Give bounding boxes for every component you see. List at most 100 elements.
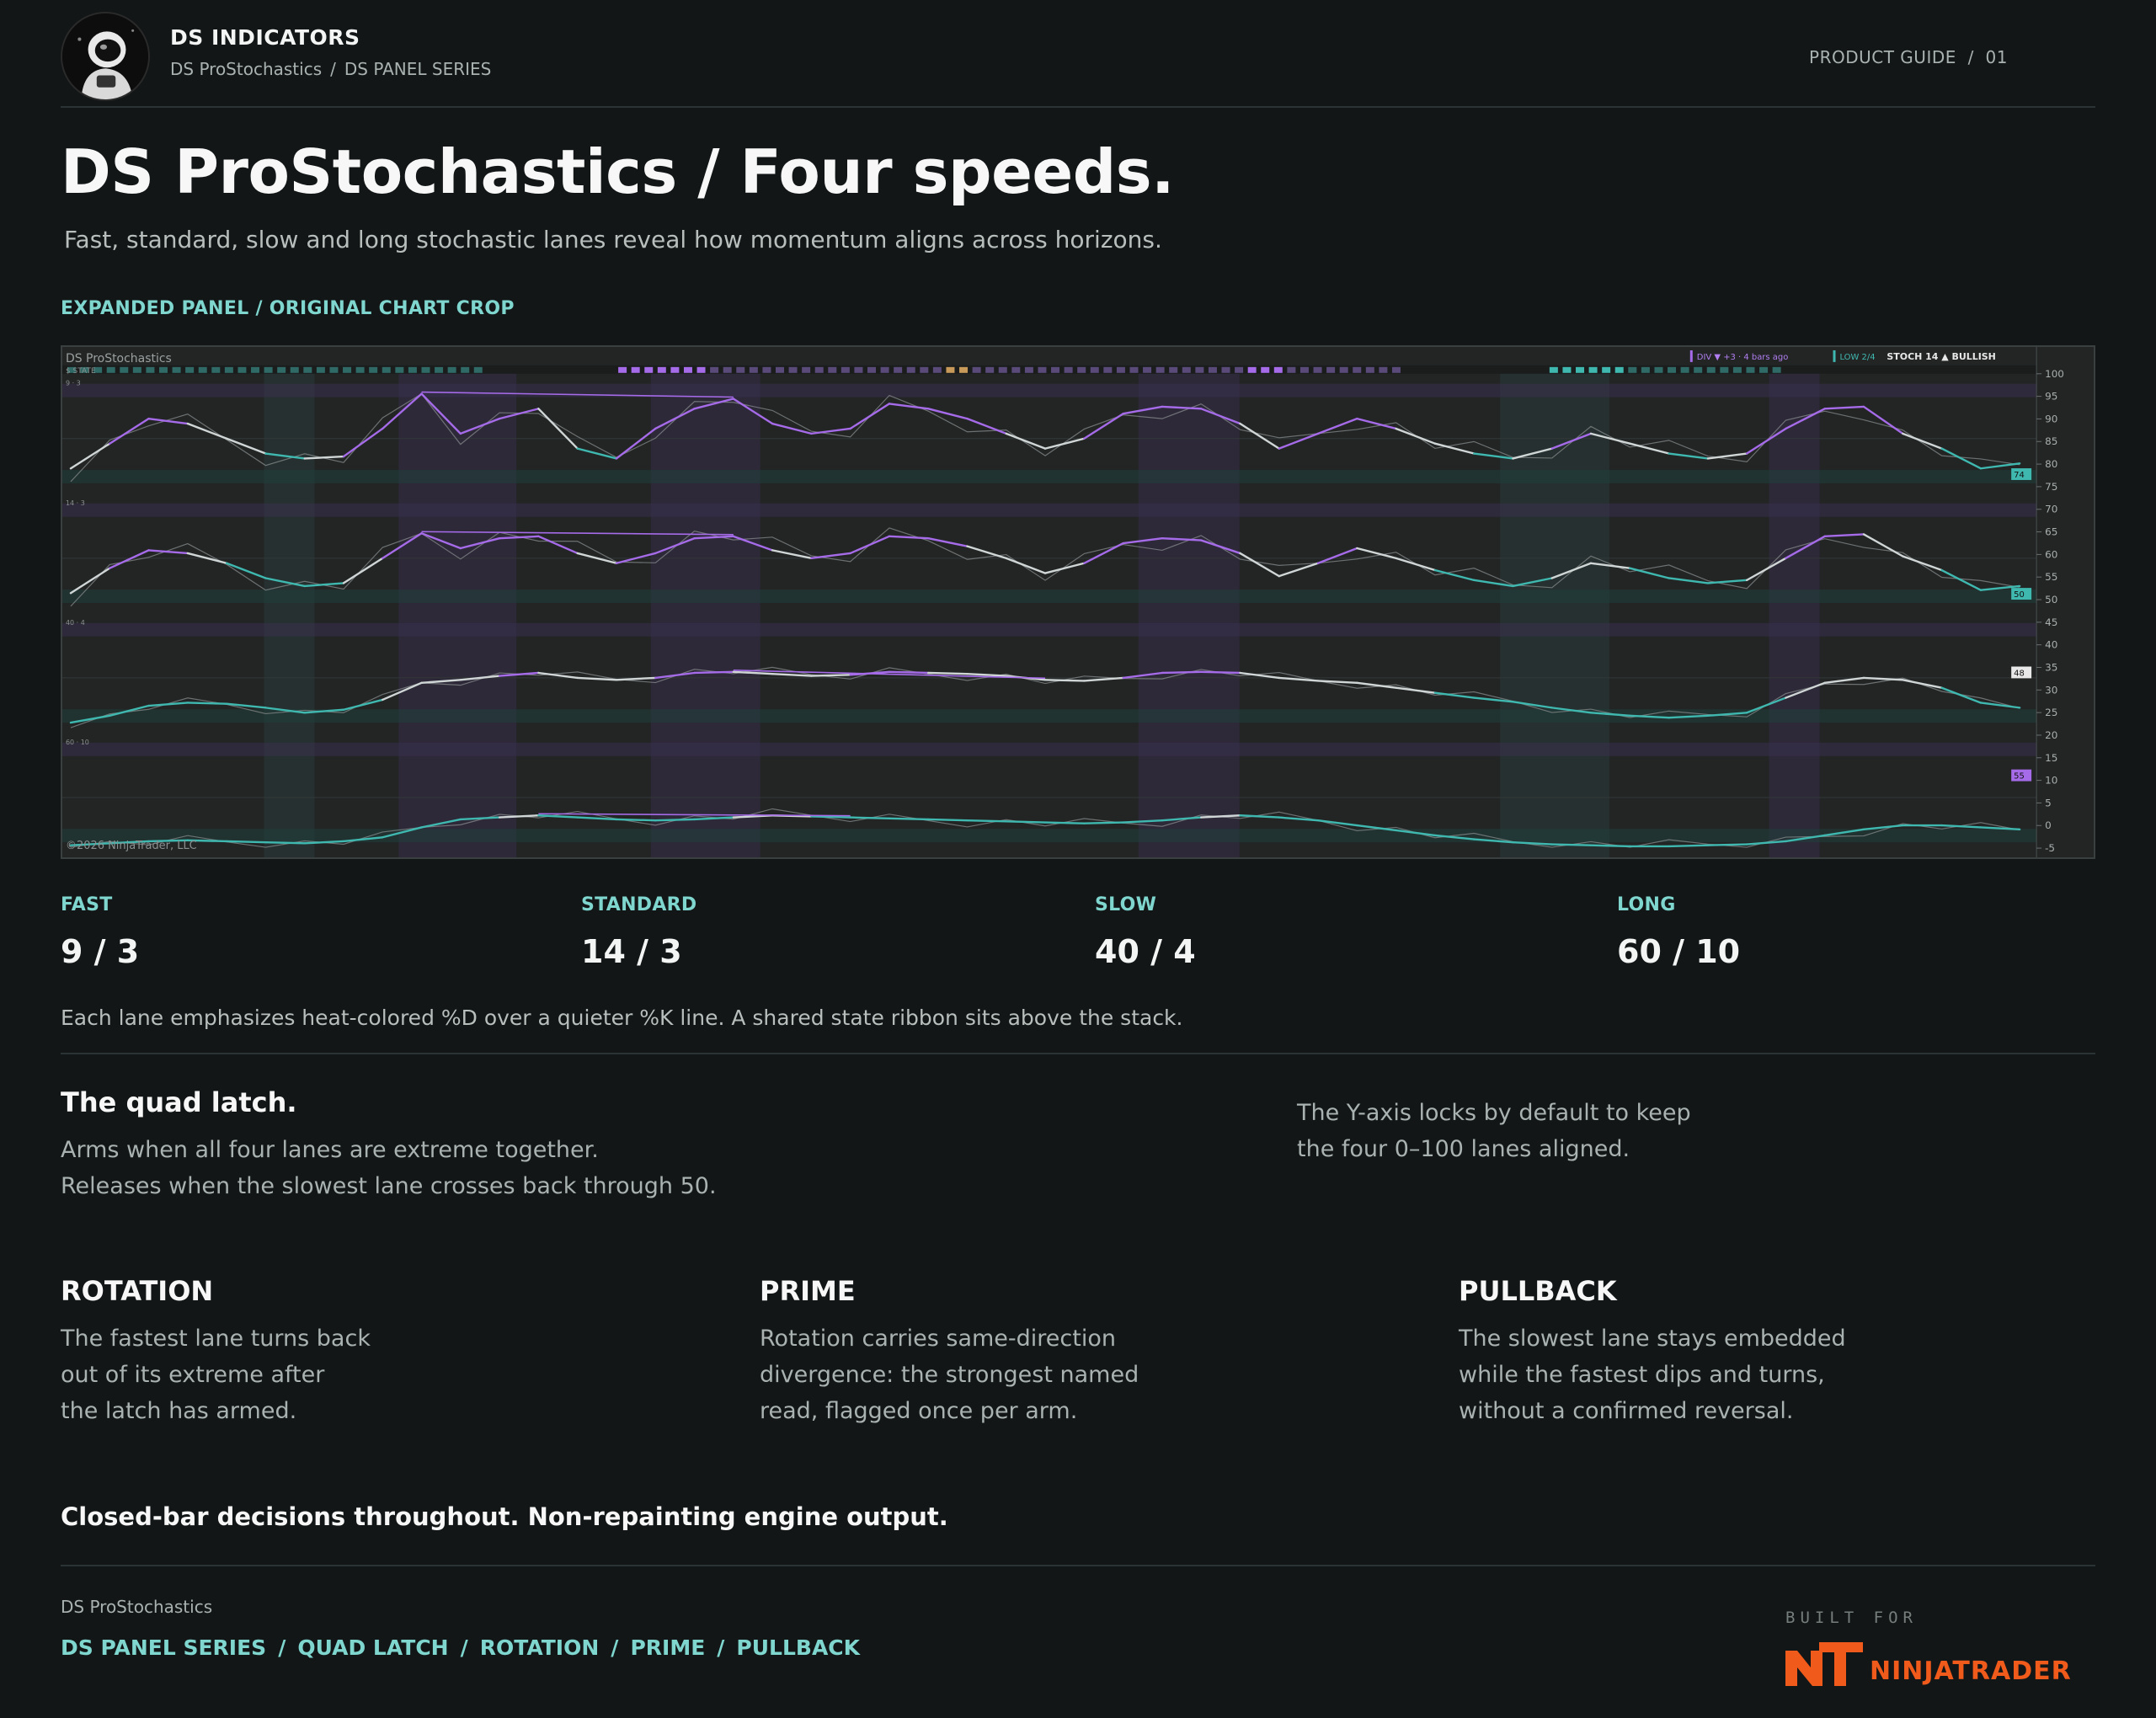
- percent-d-segment: [966, 819, 1007, 823]
- percent-d-segment: [1902, 679, 1943, 689]
- percent-d-segment: [1668, 452, 1710, 460]
- footer-links: DS PANEL SERIES / QUAD LATCH / ROTATION / P…: [61, 1635, 860, 1660]
- state-ribbon-cell: [1680, 366, 1689, 373]
- percent-d-segment: [1083, 413, 1124, 440]
- y-axis-tick-label: 35: [2045, 661, 2057, 673]
- state-ribbon-cell: [802, 366, 811, 373]
- percent-d-segment: [1316, 819, 1358, 827]
- state-ribbon-cell: [1051, 366, 1060, 373]
- percent-d-segment: [109, 549, 150, 569]
- astronaut-logo: [61, 12, 150, 101]
- percent-d-segment: [771, 549, 813, 560]
- percent-d-segment: [1395, 686, 1437, 694]
- percent-d-segment: [1395, 427, 1437, 445]
- y-axis-tick-label: 85: [2045, 435, 2057, 447]
- state-ribbon-cell: [683, 366, 692, 373]
- footer-product-name: DS ProStochastics: [61, 1597, 213, 1617]
- lane-tag: 14 · 3: [66, 499, 85, 507]
- footer-link-prime[interactable]: PRIME: [630, 1635, 705, 1660]
- y-axis-tick-label: 20: [2045, 729, 2057, 741]
- y-axis-tick-label: 100: [2045, 368, 2064, 380]
- page-title: DS ProStochastics / Four speeds.: [61, 136, 1174, 207]
- ninjatrader-logo[interactable]: NINJATRADER: [1785, 1642, 2072, 1688]
- quad-latch-body: Arms when all four lanes are extreme tog…: [61, 1132, 717, 1204]
- percent-d-segment: [1083, 542, 1124, 564]
- footer-link-rotation[interactable]: ROTATION: [480, 1635, 600, 1660]
- percent-d-segment: [1823, 405, 1865, 410]
- percent-d-segment: [810, 427, 851, 435]
- state-ribbon-cell: [972, 366, 981, 373]
- breadcrumb-series[interactable]: DS PANEL SERIES: [344, 59, 491, 79]
- percent-d-segment: [888, 535, 930, 540]
- lane-tag: 40 · 4: [66, 619, 85, 627]
- y-axis-tick-label: 50: [2045, 594, 2057, 606]
- state-ribbon-cell: [644, 366, 654, 373]
- state-ribbon-cell: [1064, 366, 1073, 373]
- feature-rotation-title: ROTATION: [61, 1275, 214, 1307]
- state-ribbon-cell: [1155, 366, 1165, 373]
- lane-note: Each lane emphasizes heat-colored %D ove…: [61, 1006, 1183, 1030]
- oversold-zone: [62, 590, 2037, 603]
- y-axis-tick-label: 95: [2045, 391, 2057, 403]
- percent-d-segment: [186, 422, 228, 440]
- state-ribbon-cell: [1326, 366, 1336, 373]
- state-ribbon-cell: [1365, 366, 1374, 373]
- state-ribbon-cell: [172, 366, 181, 373]
- percent-d-segment: [1395, 557, 1437, 572]
- overbought-zone: [62, 622, 2037, 637]
- percent-d-segment: [927, 537, 969, 547]
- percent-d-segment: [1043, 562, 1086, 574]
- chart-section-label: EXPANDED PANEL / ORIGINAL CHART CROP: [61, 298, 515, 319]
- percent-d-segment: [1199, 670, 1241, 675]
- state-ribbon-cell: [1235, 366, 1244, 373]
- state-ribbon-cell: [1353, 366, 1362, 373]
- state-ribbon-cell: [841, 366, 850, 373]
- percent-d-segment: [615, 427, 657, 460]
- state-ribbon-cell: [906, 366, 915, 373]
- quad-latch-line: Arms when all four lanes are extreme tog…: [61, 1137, 599, 1163]
- state-ribbon-cell: [435, 366, 444, 373]
- stochastics-chart: 9 · 314 · 340 · 460 · 10 100959085807570…: [62, 347, 2064, 857]
- state-ribbon-cell: [1143, 366, 1152, 373]
- state-ribbon-cell: [1746, 366, 1755, 373]
- state-ribbon-cell: [814, 366, 824, 373]
- state-ribbon-cell: [1273, 366, 1283, 373]
- percent-d-segment: [1862, 533, 1904, 558]
- state-ribbon-cell: [1103, 366, 1113, 373]
- state-ribbon-cell: [461, 366, 470, 373]
- state-ribbon-cell: [880, 366, 889, 373]
- oversold-zone: [62, 470, 2037, 483]
- state-ribbon-cell: [631, 366, 640, 373]
- footer-link-pullback[interactable]: PULLBACK: [736, 1635, 860, 1660]
- axis-value-marker-label: 48: [2014, 669, 2025, 678]
- footer-link-separator: /: [460, 1635, 468, 1660]
- state-ribbon-cell: [1562, 366, 1572, 373]
- overbought-zone: [62, 383, 2037, 397]
- state-ribbon-cell: [788, 366, 798, 373]
- y-axis-tick-label: 0: [2045, 819, 2052, 831]
- quad-latch-title: The quad latch.: [61, 1086, 297, 1118]
- footer-link-panel-series[interactable]: DS PANEL SERIES: [61, 1635, 266, 1660]
- signal-zone-band: [1138, 368, 1240, 857]
- stochastics-chart-panel[interactable]: 9 · 3 14 · 3 40 · 4 60 · 10 100 95 90 85 80 75 70…: [61, 345, 2095, 859]
- percent-d-segment: [1550, 843, 1593, 846]
- overbought-zone: [62, 742, 2037, 756]
- percent-d-segment: [1005, 432, 1047, 450]
- percent-d-segment: [849, 403, 891, 430]
- percent-d-segment: [109, 417, 150, 445]
- percent-d-segment: [1940, 824, 1983, 829]
- ninjatrader-icon: [1785, 1642, 1863, 1686]
- state-ribbon-cell: [696, 366, 706, 373]
- y-axis-tick-label: 40: [2045, 639, 2057, 651]
- footer-link-quad-latch[interactable]: QUAD LATCH: [297, 1635, 448, 1660]
- state-ribbon-cell: [146, 366, 155, 373]
- percent-d-segment: [1629, 567, 1670, 579]
- state-ribbon-cell: [775, 366, 784, 373]
- y-axis-tick-label: 70: [2045, 504, 2057, 515]
- percent-d-segment: [810, 552, 851, 560]
- state-ribbon-cell: [211, 366, 221, 373]
- breadcrumb-product[interactable]: DS ProStochastics: [170, 59, 322, 79]
- lane-tag: 9 · 3: [66, 380, 81, 387]
- percent-d-segment: [537, 535, 579, 555]
- feature-line: out of its extreme after: [61, 1362, 325, 1388]
